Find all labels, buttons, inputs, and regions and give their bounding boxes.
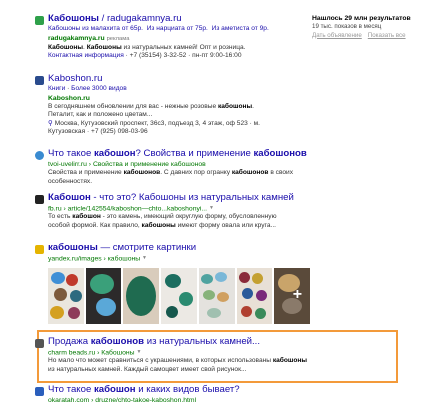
result-url[interactable]: tvoi-uvelirr.ru › Свойства и применение … xyxy=(48,160,307,169)
contact-row: Контактная информация · +7 (35154) 3-32-… xyxy=(48,52,242,60)
result-url[interactable]: charm beads.ru › Кабошоны ▼ xyxy=(48,348,310,357)
result-url[interactable]: yandex.ru/images › кабошоны ▼ xyxy=(48,254,196,263)
meta-kinds-link[interactable]: Более 3000 видов xyxy=(71,85,127,92)
chevron-down-icon[interactable]: ▼ xyxy=(136,349,141,355)
image-results: кабошоны — смотрите картинки yandex.ru/i… xyxy=(35,242,196,263)
site-favicon-icon xyxy=(35,387,44,396)
location-pin-icon: ⚲ xyxy=(48,119,53,127)
search-result: Что такое кабошон и каких видов бывает? … xyxy=(35,384,240,405)
chevron-down-icon[interactable]: ▼ xyxy=(209,205,214,211)
result-meta: Книги · Более 3000 видов xyxy=(48,85,127,92)
meta-books-link[interactable]: Книги xyxy=(48,85,65,92)
result-url[interactable]: Kaboshon.ru xyxy=(48,94,298,103)
address-row: ⚲ Москва, Кутузовский проспект, 36с3, по… xyxy=(48,119,261,136)
result-snippet: Но мало что может сравниться с украшения… xyxy=(48,357,308,373)
result-url[interactable]: fb.ru › article/142554/kaboshon—chto...k… xyxy=(48,204,298,213)
chevron-down-icon[interactable]: ▼ xyxy=(142,255,147,261)
result-url[interactable]: okaratah.com › druzne/chto-takoe-kabosho… xyxy=(48,396,240,405)
results-count: Нашлось 29 млн результатов xyxy=(312,15,411,22)
site-favicon-icon xyxy=(35,76,44,85)
sitelinks: Кабошоны из малахита от 65р. Из нарциата… xyxy=(48,25,269,34)
result-snippet: То есть кабошон - это камень, имеющий ок… xyxy=(48,213,277,229)
search-result: Кабошон - что это? Кабошоны из натуральн… xyxy=(35,192,298,230)
result-snippet: В сегодняшнем обновлении для вас - нежны… xyxy=(48,102,255,119)
search-result-ad: Кабошоны / radugakamnya.ru Кабошоны из м… xyxy=(35,13,269,61)
image-thumbnail[interactable]: + xyxy=(274,268,311,324)
image-thumbnail-strip: + xyxy=(48,268,311,324)
site-favicon-icon xyxy=(35,151,44,160)
result-snippet: Кабошоны. Кабошоны из натуральных камней… xyxy=(48,43,246,51)
phone-text: +7 (35154) 3-32-52 · пн-пт 9:00-16:00 xyxy=(129,52,242,60)
stats-options: Дать объявление Показать все xyxy=(312,32,440,41)
monthly-shows: 19 тыс. показов в месяц xyxy=(312,23,382,30)
site-favicon-icon xyxy=(35,195,44,204)
search-result-highlighted: Продажа кабошонов из натуральных камней.… xyxy=(35,336,310,374)
image-thumbnail[interactable] xyxy=(161,268,197,324)
result-title-link[interactable]: кабошоны — смотрите картинки xyxy=(48,242,196,254)
image-thumbnail[interactable] xyxy=(236,268,273,324)
search-stats: Нашлось 29 млн результатов 19 тыс. показ… xyxy=(312,14,440,40)
site-favicon-icon xyxy=(35,339,44,348)
ad-label: реклама xyxy=(106,35,130,42)
place-ad-link[interactable]: Дать объявление xyxy=(312,32,362,39)
result-title-link[interactable]: Кабошоны / radugakamnya.ru xyxy=(48,13,269,25)
image-thumbnail[interactable] xyxy=(48,268,84,324)
contact-info-link[interactable]: Контактная информация xyxy=(48,52,124,59)
result-title-link[interactable]: Что такое кабошон и каких видов бывает? xyxy=(48,384,240,396)
result-url[interactable]: radugakamnya.ru реклама xyxy=(48,34,269,44)
more-images-icon[interactable]: + xyxy=(293,287,302,303)
sitelink[interactable]: Кабошоны из малахита от 65р. xyxy=(48,25,143,32)
search-result: Что такое кабошон? Свойства и применение… xyxy=(35,148,307,186)
result-snippet: Свойства и применение кабошонов. С давни… xyxy=(48,169,294,185)
result-title-link[interactable]: Что такое кабошон? Свойства и применение… xyxy=(48,148,307,160)
image-thumbnail[interactable] xyxy=(123,268,160,324)
image-thumbnail[interactable] xyxy=(85,268,122,324)
search-result: Kaboshon.ru Книги · Более 3000 видов Kab… xyxy=(35,73,298,137)
show-all-link[interactable]: Показать все xyxy=(368,32,406,39)
result-title-link[interactable]: Продажа кабошонов из натуральных камней.… xyxy=(48,336,310,348)
sitelink[interactable]: Из аметиста от 9р. xyxy=(212,25,269,32)
result-title-link[interactable]: Кабошон - что это? Кабошоны из натуральн… xyxy=(48,192,298,204)
site-favicon-icon xyxy=(35,245,44,254)
sitelink[interactable]: Из нарциата от 75р. xyxy=(147,25,208,32)
image-thumbnail[interactable] xyxy=(198,268,235,324)
result-title-link[interactable]: Kaboshon.ru xyxy=(48,73,298,85)
site-favicon-icon xyxy=(35,16,44,25)
